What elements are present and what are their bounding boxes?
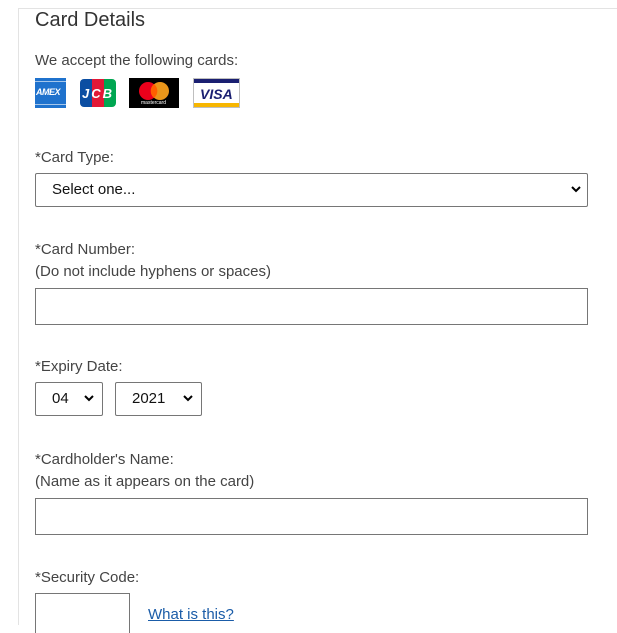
cardholder-name-hint: (Name as it appears on the card): [35, 473, 255, 490]
cardholder-name-label: *Cardholder's Name:: [35, 451, 174, 468]
card-type-label: *Card Type:: [35, 149, 114, 166]
expiry-date-label: *Expiry Date:: [35, 358, 123, 375]
jcb-logo-text: JCB: [82, 86, 115, 101]
security-code-label: *Security Code:: [35, 569, 140, 586]
mastercard-logo-text: mastercard: [141, 100, 167, 106]
card-type-select[interactable]: Select one...: [35, 173, 588, 207]
section-title: Card Details: [35, 9, 146, 31]
mastercard-logo-icon: mastercard: [129, 78, 179, 108]
visa-logo-icon: VISA: [193, 78, 240, 108]
amex-logo-icon: AMEX: [35, 78, 66, 108]
security-code-input[interactable]: [35, 593, 130, 633]
chevron-down-icon: [183, 395, 193, 402]
expiry-month-select[interactable]: 04: [35, 382, 103, 416]
expiry-year-select[interactable]: 2021: [115, 382, 202, 416]
amex-logo-text: AMEX: [36, 87, 61, 97]
card-number-input[interactable]: [35, 288, 588, 325]
what-is-this-link[interactable]: What is this?: [148, 606, 234, 623]
card-number-hint: (Do not include hyphens or spaces): [35, 263, 271, 280]
cardholder-name-input[interactable]: [35, 498, 588, 535]
chevron-down-icon: [84, 395, 94, 402]
jcb-logo-icon: JCB: [80, 78, 116, 108]
chevron-down-icon: [571, 186, 581, 193]
card-number-label: *Card Number:: [35, 241, 136, 258]
expiry-year-value: 2021: [132, 390, 166, 407]
visa-logo-text: VISA: [200, 86, 233, 102]
expiry-month-value: 04: [52, 390, 69, 407]
accepted-cards-text: We accept the following cards:: [35, 52, 239, 69]
card-type-selected-value: Select one...: [52, 181, 136, 198]
